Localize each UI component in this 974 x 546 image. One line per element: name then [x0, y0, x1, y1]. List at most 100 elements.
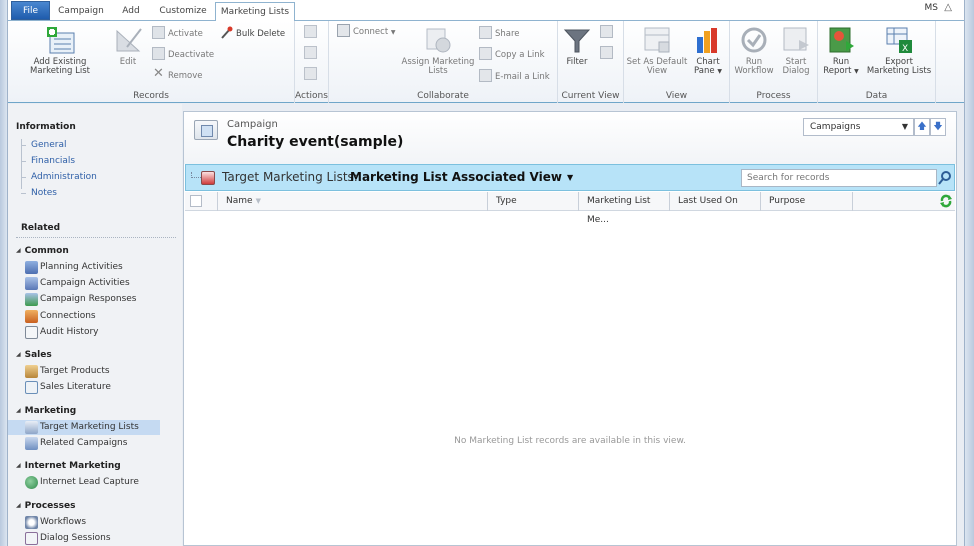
nav-item-label: Internet Lead Capture [40, 477, 139, 487]
view-selector[interactable]: Marketing List Associated View ▼ [350, 170, 573, 184]
bulk-delete-button[interactable]: Bulk Delete [220, 26, 285, 42]
nav-item-label: Dialog Sessions [40, 533, 111, 543]
select-all-checkbox[interactable] [190, 195, 202, 207]
next-record-button[interactable]: 🡇 [930, 118, 946, 136]
nav-item-sales-literature[interactable]: Sales Literature [8, 380, 160, 395]
nav-item-planning-activities[interactable]: Planning Activities [8, 260, 160, 275]
run-report-button[interactable]: Run Report ▼ [820, 25, 862, 76]
assign-marketing-lists-button[interactable]: Assign Marketing Lists [401, 25, 475, 76]
column-header-marketing-list-members[interactable]: Marketing List Me... [578, 192, 669, 225]
filter-button[interactable]: Filter [560, 25, 594, 67]
section-processes[interactable]: ◢ Processes [16, 501, 75, 511]
ribbon-tab-row: File Campaign Add Customize Marketing Li… [8, 0, 964, 22]
record-navigation-select[interactable]: Campaigns ▼ [803, 118, 914, 136]
column-header-type[interactable]: Type [487, 192, 578, 211]
actions-group-label: Actions [295, 91, 328, 101]
expand-triangle-icon: ◢ [16, 462, 21, 469]
remove-button[interactable]: ✕ Remove [152, 67, 202, 84]
main-content: Campaign Charity event(sample) Campaigns… [183, 111, 957, 546]
column-header-name[interactable]: Name ▼ [217, 192, 487, 211]
email-link-button[interactable]: E-mail a Link [479, 69, 550, 85]
clear-filter-button[interactable] [600, 46, 616, 62]
column-header-purpose[interactable]: Purpose [760, 192, 852, 211]
previous-record-button[interactable]: 🡅 [914, 118, 930, 136]
start-dialog-icon [781, 25, 811, 55]
tab-campaign[interactable]: Campaign [53, 2, 109, 21]
nav-item-campaign-activities[interactable]: Campaign Activities [8, 276, 160, 291]
activate-button[interactable]: Activate [152, 26, 203, 42]
section-marketing[interactable]: ◢ Marketing [16, 406, 76, 416]
run-workflow-button[interactable]: Run Workflow [732, 25, 776, 76]
internet-lead-capture-icon [25, 476, 38, 489]
tree-line [21, 139, 22, 189]
nav-item-label: Target Marketing Lists [40, 422, 139, 432]
record-header: Campaign Charity event(sample) Campaigns… [184, 112, 956, 164]
assign-label: Assign Marketing Lists [401, 57, 475, 76]
search-input[interactable] [741, 169, 937, 187]
filter-funnel-icon [562, 25, 592, 55]
campaign-activities-icon [25, 277, 38, 290]
tab-customize[interactable]: Customize [153, 2, 213, 21]
view-group-label: View [665, 91, 688, 101]
tab-marketing-lists[interactable]: Marketing Lists [215, 2, 295, 22]
tab-add[interactable]: Add [111, 2, 151, 21]
current-view-group-label: Current View [561, 91, 620, 101]
nav-link-notes[interactable]: Notes [31, 188, 57, 198]
copy-link-label: Copy a Link [495, 50, 545, 60]
nav-item-dialog-sessions[interactable]: Dialog Sessions [8, 531, 160, 546]
chevron-down-icon: ▼ [854, 68, 859, 75]
copy-link-button[interactable]: Copy a Link [479, 47, 545, 63]
sort-icon: ▼ [255, 197, 261, 205]
share-button[interactable]: Share [479, 26, 520, 42]
nav-item-target-products[interactable]: Target Products [8, 364, 160, 379]
ribbon-group-data: Run Report ▼ X Export Marketing Lists Da… [818, 21, 936, 103]
campaign-responses-icon [25, 293, 38, 306]
action-button-2[interactable] [304, 46, 320, 62]
add-existing-marketing-list-button[interactable]: Add Existing Marketing List [12, 25, 108, 76]
nav-item-audit-history[interactable]: Audit History [8, 325, 160, 340]
action-icon-2 [304, 46, 317, 59]
nav-item-label: Planning Activities [40, 262, 123, 272]
nav-item-connections[interactable]: Connections [8, 309, 160, 324]
chevron-up-icon[interactable]: △ [944, 2, 952, 13]
activate-label: Activate [168, 29, 203, 39]
run-report-label: Run Report [823, 57, 852, 76]
share-label: Share [495, 29, 520, 39]
section-title: Common [24, 246, 69, 256]
action-button-3[interactable] [304, 67, 320, 83]
deactivate-button[interactable]: Deactivate [152, 47, 214, 63]
arrow-down-icon: 🡇 [933, 122, 943, 132]
tab-file[interactable]: File [11, 1, 50, 20]
user-initials[interactable]: MS [925, 3, 938, 13]
nav-item-related-campaigns[interactable]: Related Campaigns [8, 436, 160, 451]
action-button-1[interactable] [304, 25, 320, 41]
nav-item-target-marketing-lists[interactable]: Target Marketing Lists [8, 420, 160, 435]
nav-link-general[interactable]: General [31, 140, 66, 150]
nav-item-internet-lead-capture[interactable]: Internet Lead Capture [8, 475, 160, 490]
nav-link-administration[interactable]: Administration [31, 172, 97, 182]
section-internet-marketing[interactable]: ◢ Internet Marketing [16, 461, 121, 471]
nav-item-workflows[interactable]: Workflows [8, 515, 160, 530]
view-entity-label: Target Marketing Lists: [222, 170, 358, 184]
column-label: Type [496, 196, 517, 206]
records-group-label: Records [133, 91, 169, 101]
nav-item-campaign-responses[interactable]: Campaign Responses [8, 292, 160, 307]
section-common[interactable]: ◢ Common [16, 246, 69, 256]
refresh-icon[interactable] [939, 194, 953, 208]
section-title: Sales [24, 350, 52, 360]
export-marketing-lists-button[interactable]: X Export Marketing Lists [864, 25, 934, 76]
process-group-label: Process [756, 91, 791, 101]
edit-button[interactable]: Edit [112, 25, 144, 67]
nav-item-label: Workflows [40, 517, 87, 527]
search-icon[interactable] [937, 169, 953, 187]
column-header-last-used-on[interactable]: Last Used On [669, 192, 760, 211]
nav-link-financials[interactable]: Financials [31, 156, 75, 166]
section-sales[interactable]: ◢ Sales [16, 350, 52, 360]
chart-pane-button[interactable]: Chart Pane ▼ [690, 25, 726, 76]
save-filter-button[interactable] [600, 25, 616, 41]
information-heading: Information [16, 122, 76, 132]
start-dialog-button[interactable]: Start Dialog [776, 25, 816, 76]
set-default-view-button[interactable]: Set As Default View [626, 25, 688, 76]
campaign-record-icon [194, 120, 218, 140]
connect-button[interactable]: Connect ▼ [337, 24, 395, 40]
